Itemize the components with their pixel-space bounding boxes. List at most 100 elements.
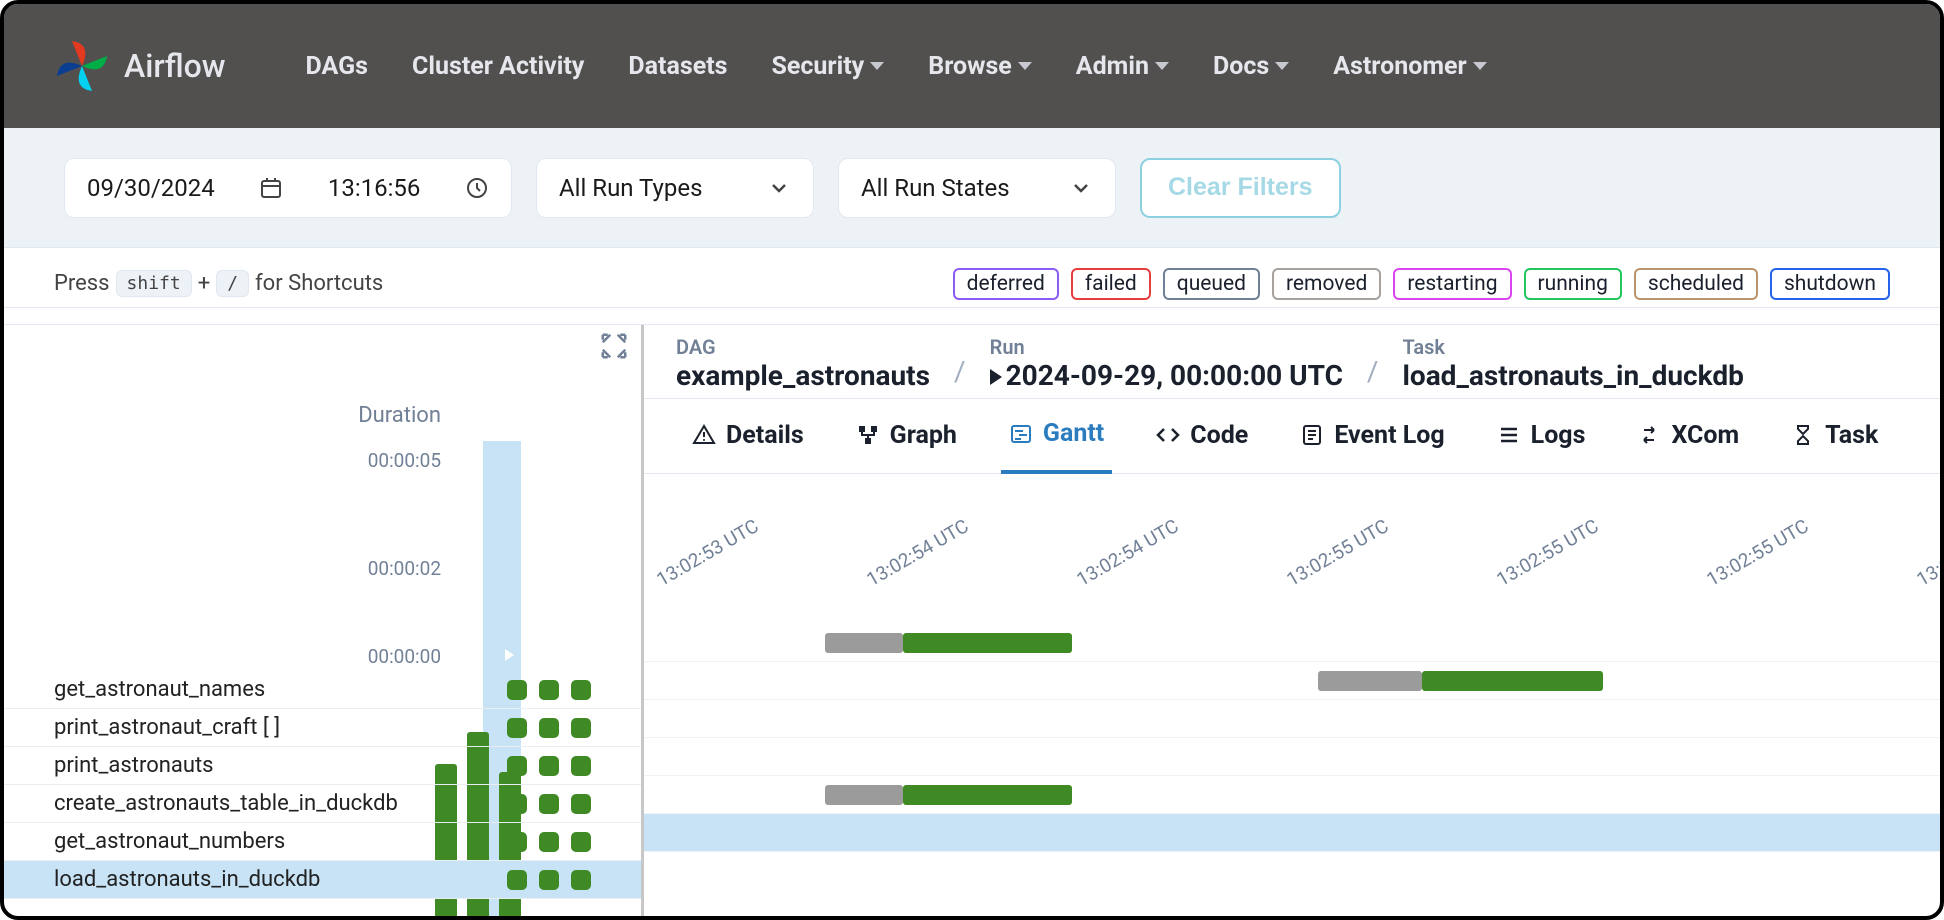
shortcuts-row: Press shift + / for Shortcuts deferredfa…	[4, 248, 1940, 308]
date-value: 09/30/2024	[87, 174, 215, 202]
status-scheduled[interactable]: scheduled	[1634, 268, 1758, 300]
tab-xcom[interactable]: XCom	[1629, 407, 1747, 473]
task-status-dot[interactable]	[571, 870, 591, 890]
task-label: create_astronauts_table_in_duckdb	[54, 791, 398, 816]
gantt-bar-running[interactable]	[1422, 671, 1603, 691]
top-navbar: Airflow DAGs Cluster Activity Datasets Secu…	[4, 4, 1940, 128]
gantt-row	[644, 662, 1940, 700]
task-row[interactable]: load_astronauts_in_duckdb	[4, 861, 641, 899]
duration-label: Duration	[358, 403, 441, 428]
time-axis-label: 13:02:56	[1913, 534, 1941, 591]
chevron-down-icon	[1275, 62, 1289, 70]
task-status-dot[interactable]	[571, 718, 591, 738]
xcom-icon	[1637, 423, 1661, 447]
gantt-row	[644, 776, 1940, 814]
tab-graph[interactable]: Graph	[848, 407, 965, 473]
task-status-dot[interactable]	[571, 794, 591, 814]
task-label: get_astronaut_names	[54, 677, 265, 702]
time-axis-label: 13:02:54 UTC	[863, 514, 973, 591]
event-log-icon	[1300, 423, 1324, 447]
crumb-dag[interactable]: example_astronauts	[676, 359, 930, 392]
gantt-bar-running[interactable]	[903, 633, 1071, 653]
detail-panel: DAG example_astronauts / Run 2024-09-29,…	[644, 325, 1940, 920]
task-status-dot[interactable]	[539, 832, 559, 852]
tab-logs[interactable]: Logs	[1489, 407, 1594, 473]
task-status-dot[interactable]	[539, 680, 559, 700]
graph-icon	[856, 423, 880, 447]
task-status-dot[interactable]	[507, 870, 527, 890]
clock-icon	[465, 176, 489, 200]
nav-astronomer[interactable]: Astronomer	[1333, 52, 1486, 81]
status-removed[interactable]: removed	[1272, 268, 1381, 300]
status-deferred[interactable]: deferred	[953, 268, 1059, 300]
crumb-run[interactable]: 2024-09-29, 00:00:00 UTC	[990, 359, 1343, 392]
time-axis-label: 13:02:55 UTC	[1493, 514, 1603, 591]
airflow-pinwheel-icon	[52, 36, 112, 96]
task-label: get_astronaut_numbers	[54, 829, 285, 854]
time-value: 13:16:56	[328, 174, 421, 202]
gantt-row	[644, 700, 1940, 738]
time-axis-label: 13:02:53 UTC	[653, 514, 763, 591]
run-states-select[interactable]: All Run States	[838, 158, 1116, 218]
task-status-dot[interactable]	[539, 756, 559, 776]
task-status-dot[interactable]	[539, 870, 559, 890]
gantt-bar-queued[interactable]	[825, 633, 903, 653]
task-status-dot[interactable]	[539, 718, 559, 738]
task-status-dot[interactable]	[571, 680, 591, 700]
gantt-row	[644, 624, 1940, 662]
kbd-shift: shift	[116, 270, 192, 297]
chevron-down-icon	[1018, 62, 1032, 70]
nav-datasets[interactable]: Datasets	[628, 52, 727, 81]
task-label: load_astronauts_in_duckdb	[54, 867, 320, 892]
nav-cluster-activity[interactable]: Cluster Activity	[412, 52, 584, 81]
time-axis-label: 13:02:55 UTC	[1283, 514, 1393, 591]
status-restarting[interactable]: restarting	[1393, 268, 1511, 300]
tab-event-log[interactable]: Event Log	[1292, 407, 1452, 473]
chevron-down-icon	[870, 62, 884, 70]
brand-logo[interactable]: Airflow	[52, 36, 226, 96]
nav-browse[interactable]: Browse	[928, 52, 1032, 81]
gantt-icon	[1009, 422, 1033, 446]
status-shutdown[interactable]: shutdown	[1770, 268, 1890, 300]
chevron-down-icon	[1155, 62, 1169, 70]
crumb-task[interactable]: load_astronauts_in_duckdb	[1402, 359, 1743, 392]
task-status-dot[interactable]	[507, 756, 527, 776]
logs-icon	[1497, 423, 1521, 447]
task-status-dot[interactable]	[507, 832, 527, 852]
task-row[interactable]: print_astronauts	[4, 747, 641, 785]
gantt-bar-queued[interactable]	[825, 785, 903, 805]
status-failed[interactable]: failed	[1071, 268, 1151, 300]
task-status-dot[interactable]	[539, 794, 559, 814]
nav-admin[interactable]: Admin	[1076, 52, 1169, 81]
tab-gantt[interactable]: Gantt	[1001, 407, 1112, 474]
chevron-down-icon	[1473, 62, 1487, 70]
gantt-bar-queued[interactable]	[1318, 671, 1422, 691]
run-types-select[interactable]: All Run Types	[536, 158, 814, 218]
nav-security[interactable]: Security	[772, 52, 885, 81]
task-row[interactable]: get_astronaut_numbers	[4, 823, 641, 861]
status-running[interactable]: running	[1524, 268, 1622, 300]
task-status-dot[interactable]	[507, 680, 527, 700]
clear-filters-button[interactable]: Clear Filters	[1140, 158, 1341, 218]
datetime-picker[interactable]: 09/30/2024 13:16:56	[64, 158, 512, 218]
collapse-icon[interactable]	[599, 331, 629, 361]
grid-panel: Duration 00:00:05 00:00:02 00:00:00 get_…	[4, 325, 644, 920]
brand-text: Airflow	[124, 47, 226, 85]
play-icon	[990, 369, 1002, 385]
task-status-dot[interactable]	[571, 756, 591, 776]
task-row[interactable]: create_astronauts_table_in_duckdb	[4, 785, 641, 823]
task-status-dot[interactable]	[507, 794, 527, 814]
nav-dags[interactable]: DAGs	[306, 52, 368, 81]
task-status-dot[interactable]	[507, 718, 527, 738]
gantt-bar-running[interactable]	[903, 785, 1071, 805]
status-queued[interactable]: queued	[1163, 268, 1260, 300]
task-status-dot[interactable]	[571, 832, 591, 852]
task-row[interactable]: get_astronaut_names	[4, 671, 641, 709]
tab-task[interactable]: Task	[1783, 407, 1886, 473]
gantt-chart: 13:02:53 UTC 13:02:54 UTC 13:02:54 UTC 13:0…	[644, 474, 1940, 834]
task-row[interactable]: print_astronaut_craft [ ]	[4, 709, 641, 747]
nav-docs[interactable]: Docs	[1213, 52, 1289, 81]
time-axis-label: 13:02:54 UTC	[1073, 514, 1183, 591]
tab-code[interactable]: Code	[1148, 407, 1256, 473]
tab-details[interactable]: Details	[684, 407, 812, 473]
